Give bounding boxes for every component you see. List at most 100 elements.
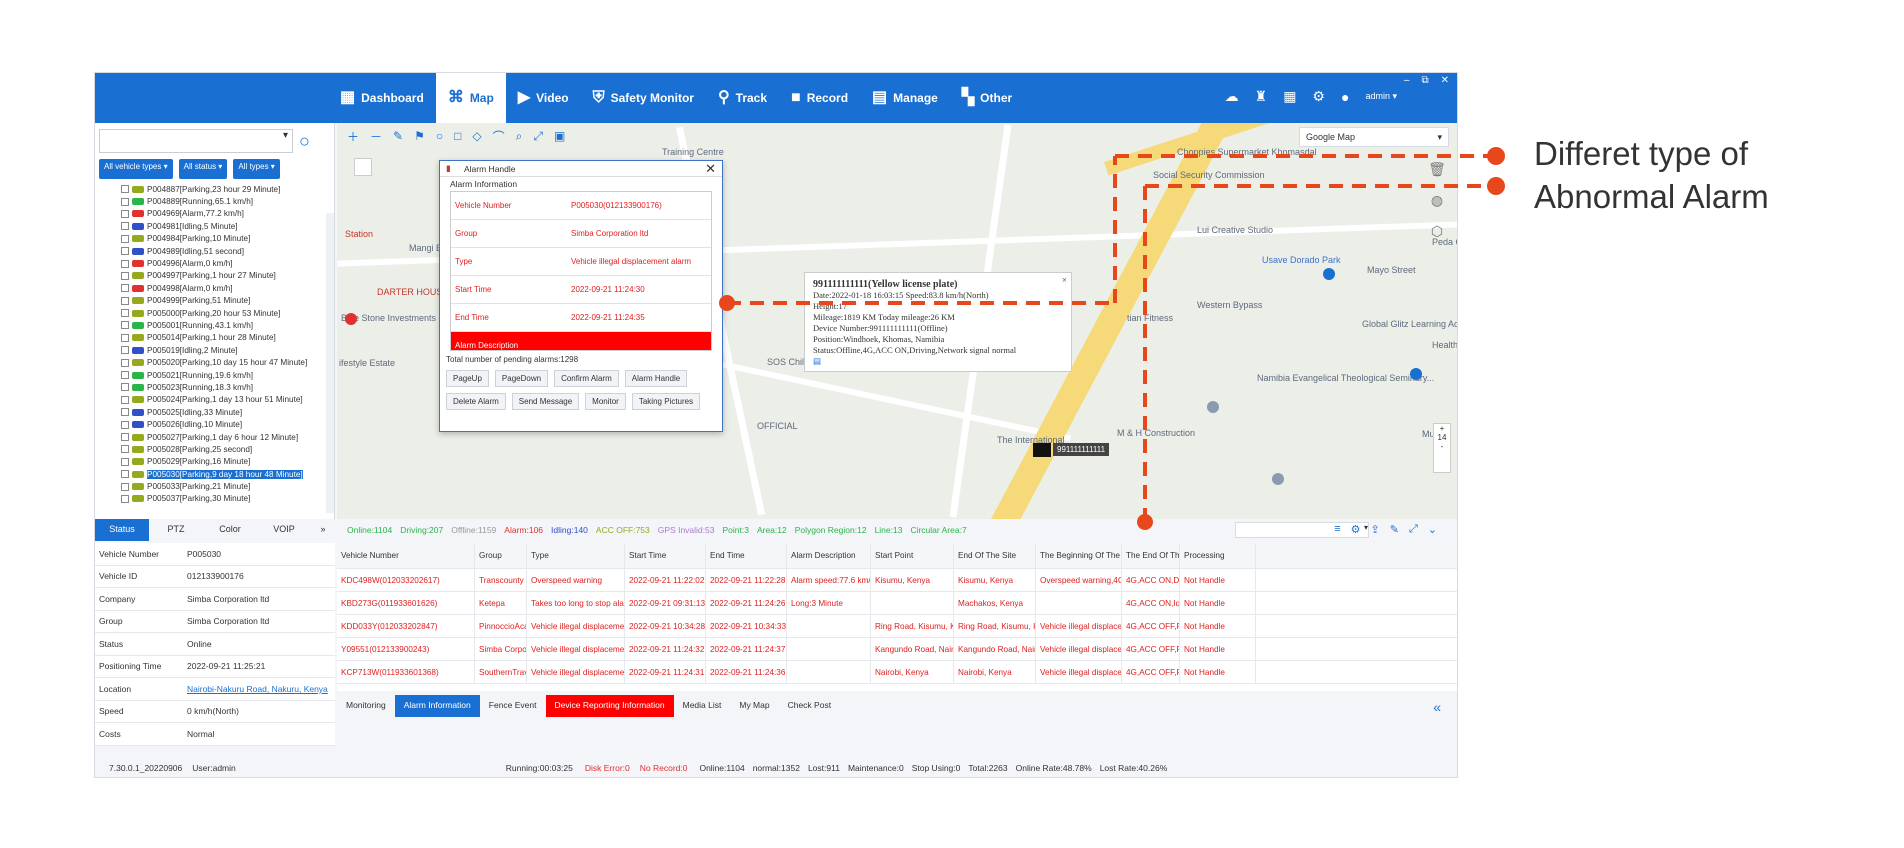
checkbox[interactable]: [121, 333, 129, 342]
vehicle-tree-item[interactable]: P004984[Parking,10 Minute]: [95, 233, 327, 245]
column-header[interactable]: Type: [527, 543, 625, 568]
expand-icon[interactable]: »: [311, 519, 335, 541]
circle-icon[interactable]: ○: [436, 129, 443, 143]
map-type-select[interactable]: Google Map ▾: [1299, 127, 1449, 147]
tab-device-reporting-information[interactable]: Device Reporting Information: [545, 695, 674, 717]
checkbox[interactable]: [121, 371, 129, 380]
vehicle-tree-item[interactable]: P005020[Parking,10 day 15 hour 47 Minute…: [95, 356, 327, 368]
vehicle-tree-item[interactable]: P005028[Parking,25 second]: [95, 443, 327, 455]
checkbox[interactable]: [121, 395, 129, 404]
gear-icon[interactable]: ⚙: [1312, 88, 1325, 105]
zoom-out-icon[interactable]: －: [370, 128, 382, 145]
tree-scrollbar[interactable]: [326, 213, 334, 513]
column-header[interactable]: Alarm Description: [787, 543, 871, 568]
vehicle-tree-item[interactable]: P005014[Parking,1 hour 28 Minute]: [95, 332, 327, 344]
column-header[interactable]: The End Of The State: [1122, 543, 1180, 568]
vehicle-tree-item[interactable]: P005029[Parking,16 Minute]: [95, 456, 327, 468]
flag-icon[interactable]: ⚑: [414, 129, 425, 143]
column-header[interactable]: Start Point: [871, 543, 954, 568]
tab-monitoring[interactable]: Monitoring: [337, 695, 395, 717]
checkbox[interactable]: [121, 209, 129, 218]
vehicle-tree-item[interactable]: P005030[Parking,9 day 18 hour 48 Minute]: [95, 468, 327, 480]
tab-my-map[interactable]: My Map: [730, 695, 778, 717]
checkbox[interactable]: [121, 234, 129, 243]
vehicle-tree-item[interactable]: P005025[Idling,33 Minute]: [95, 406, 327, 418]
checkbox[interactable]: [121, 185, 129, 194]
nav-video[interactable]: ▶ Video: [506, 73, 581, 123]
checkbox[interactable]: [121, 271, 129, 280]
vehicle-tree-item[interactable]: P005024[Parking,1 day 13 hour 51 Minute]: [95, 394, 327, 406]
vehicle-tree-item[interactable]: P005027[Parking,1 day 6 hour 12 Minute]: [95, 431, 327, 443]
list-icon[interactable]: ≡: [1334, 523, 1340, 536]
polygon-icon[interactable]: ◇: [472, 129, 481, 143]
vehicle-tree-item[interactable]: P005000[Parking,20 hour 53 Minute]: [95, 307, 327, 319]
tab-voip[interactable]: VOIP: [257, 519, 311, 541]
zoom-search-icon[interactable]: ⌕: [516, 129, 523, 144]
nav-dashboard[interactable]: ▦ Dashboard: [328, 73, 436, 123]
close-icon[interactable]: ✕: [1441, 75, 1449, 86]
trash-icon[interactable]: 🗑: [1428, 161, 1446, 178]
search-input[interactable]: ▾: [99, 129, 293, 153]
vehicle-tree-item[interactable]: P005033[Parking,21 Minute]: [95, 480, 327, 492]
dialog-button-monitor[interactable]: Monitor: [585, 393, 626, 410]
checkbox[interactable]: [121, 346, 129, 355]
nav-track[interactable]: ⚲ Track: [706, 73, 779, 123]
tab-media-list[interactable]: Media List: [674, 695, 731, 717]
globe-icon[interactable]: ◍: [1431, 192, 1443, 209]
checkbox[interactable]: [121, 222, 129, 231]
vehicle-tree-item[interactable]: P004997[Parking,1 hour 27 Minute]: [95, 270, 327, 282]
checkbox[interactable]: [121, 321, 129, 330]
column-header[interactable]: End Time: [706, 543, 787, 568]
fullscreen-icon[interactable]: ⤢: [1409, 523, 1418, 536]
nav-safety-monitor[interactable]: ⛨ Safety Monitor: [581, 73, 706, 123]
box-icon[interactable]: ⬡: [1431, 223, 1443, 240]
column-header[interactable]: Vehicle Number: [337, 543, 475, 568]
dialog-button-confirm-alarm[interactable]: Confirm Alarm: [554, 370, 619, 387]
checkbox[interactable]: [121, 433, 129, 441]
dialog-button-alarm-handle[interactable]: Alarm Handle: [624, 370, 688, 387]
checkbox[interactable]: [121, 197, 129, 206]
save-icon[interactable]: ▣: [554, 129, 565, 143]
checkbox[interactable]: [121, 259, 129, 268]
nav-map[interactable]: ⌘ Map: [435, 73, 506, 123]
column-header[interactable]: Group: [475, 543, 527, 568]
vehicle-tree-item[interactable]: P004989[Idling,51 second]: [95, 245, 327, 257]
map-layer-button[interactable]: [354, 158, 372, 176]
vehicle-tree-item[interactable]: P004969[Alarm,77.2 km/h]: [95, 208, 327, 220]
settings-icon[interactable]: ⚙: [1351, 523, 1361, 536]
column-header[interactable]: The Beginning Of The Stat: [1036, 543, 1122, 568]
edit-icon[interactable]: ✎: [1390, 523, 1399, 536]
table-row[interactable]: KBD273G(011933601626) Ketepa Takes too lon…: [337, 592, 1457, 615]
checkbox[interactable]: [121, 482, 129, 491]
cloud-icon[interactable]: ☁: [1225, 88, 1239, 105]
location-link[interactable]: Nairobi-Nakuru Road, Nakuru, Kenya: [187, 684, 328, 694]
export-icon[interactable]: ⇪: [1371, 523, 1380, 536]
table-row[interactable]: KDC498W(012033202617) Transcounty Overspee…: [337, 569, 1457, 592]
restore-icon[interactable]: ⧉: [1421, 75, 1428, 86]
zoom-in-icon[interactable]: ＋: [347, 128, 359, 145]
column-header[interactable]: End Of The Site: [954, 543, 1036, 568]
dialog-button-pagedown[interactable]: PageDown: [494, 370, 549, 387]
close-icon[interactable]: ✕: [705, 161, 716, 177]
admin-menu[interactable]: admin ▾: [1365, 91, 1397, 102]
checkbox[interactable]: [121, 420, 129, 429]
vehicle-tree-item[interactable]: P004998[Alarm,0 km/h]: [95, 282, 327, 294]
checkbox[interactable]: [121, 470, 129, 479]
checkbox[interactable]: [121, 309, 129, 318]
vehicle-tree-item[interactable]: P005021[Running,19.6 km/h]: [95, 369, 327, 381]
minimize-icon[interactable]: ‒: [1404, 75, 1410, 86]
checkbox[interactable]: [121, 408, 129, 417]
nav-record[interactable]: ■ Record: [779, 73, 860, 123]
vehicle-tree-item[interactable]: P004996[Alarm,0 km/h]: [95, 257, 327, 269]
table-row[interactable]: Y09551(012133900243)Simba CorporatiVehic…: [337, 638, 1457, 661]
vehicle-tree-item[interactable]: P005023[Running,18.3 km/h]: [95, 381, 327, 393]
checkbox[interactable]: [121, 457, 129, 466]
ruler-icon[interactable]: ✎: [393, 129, 403, 143]
vehicle-tree-item[interactable]: P004889[Running,65.1 km/h]: [95, 195, 327, 207]
collapse-icon[interactable]: «: [1433, 699, 1441, 715]
checkbox[interactable]: [121, 296, 129, 305]
checkbox[interactable]: [121, 383, 129, 392]
checkbox[interactable]: [121, 494, 129, 503]
tab-fence-event[interactable]: Fence Event: [480, 695, 546, 717]
dialog-button-taking-pictures[interactable]: Taking Pictures: [631, 393, 701, 410]
